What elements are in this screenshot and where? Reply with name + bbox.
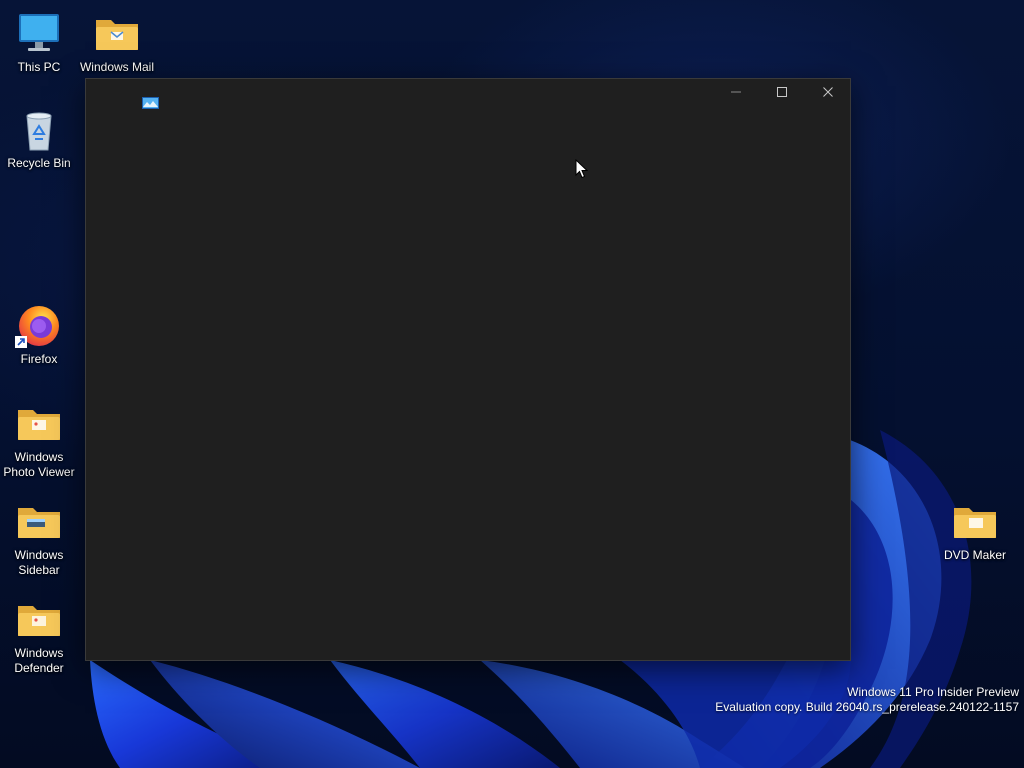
- folder-icon: [93, 10, 141, 58]
- photo-viewer-app-icon: [142, 96, 159, 109]
- desktop-icon-label: This PC: [17, 60, 61, 74]
- folder-icon: [15, 400, 63, 448]
- desktop-icon-firefox[interactable]: Firefox: [0, 302, 78, 367]
- desktop-icon-this-pc[interactable]: This PC: [0, 10, 78, 75]
- watermark-line-1: Windows 11 Pro Insider Preview: [847, 685, 1019, 699]
- desktop[interactable]: This PC Windows Mail Recycle Bin Firefox…: [0, 0, 1024, 768]
- minimize-button[interactable]: [713, 79, 759, 109]
- window-content[interactable]: [86, 111, 850, 660]
- folder-icon: [15, 596, 63, 644]
- close-button[interactable]: [805, 79, 851, 109]
- desktop-icon-label: Windows Sidebar: [14, 548, 64, 577]
- evaluation-watermark: Windows 11 Pro Insider Preview Evaluatio…: [715, 685, 1019, 715]
- maximize-icon: [776, 85, 788, 103]
- desktop-icon-windows-sidebar[interactable]: Windows Sidebar: [0, 498, 78, 578]
- desktop-icon-windows-photo-viewer[interactable]: Windows Photo Viewer: [0, 400, 78, 480]
- title-bar[interactable]: [86, 79, 850, 111]
- folder-icon: [15, 498, 63, 546]
- app-window[interactable]: [85, 78, 851, 661]
- recycle-bin-icon: [15, 106, 63, 154]
- desktop-icon-label: Firefox: [20, 352, 58, 366]
- desktop-icon-windows-defender[interactable]: Windows Defender: [0, 596, 78, 676]
- desktop-icon-label: Recycle Bin: [7, 156, 71, 170]
- desktop-icon-label: Windows Defender: [14, 646, 64, 675]
- desktop-icon-dvd-maker[interactable]: DVD Maker: [936, 498, 1014, 563]
- desktop-icon-label: Windows Mail: [79, 60, 154, 74]
- mouse-cursor: [575, 159, 588, 179]
- monitor-icon: [15, 10, 63, 58]
- close-icon: [822, 85, 834, 103]
- desktop-icon-recycle-bin[interactable]: Recycle Bin: [0, 106, 78, 171]
- firefox-icon: [15, 302, 63, 350]
- folder-icon: [951, 498, 999, 546]
- desktop-icon-windows-mail[interactable]: Windows Mail: [78, 10, 156, 76]
- maximize-button[interactable]: [759, 79, 805, 109]
- watermark-line-2: Evaluation copy. Build 26040.rs_prerelea…: [715, 700, 1019, 714]
- desktop-icon-label: DVD Maker: [943, 548, 1006, 562]
- minimize-icon: [730, 85, 742, 103]
- desktop-icon-label: Windows Photo Viewer: [3, 450, 75, 479]
